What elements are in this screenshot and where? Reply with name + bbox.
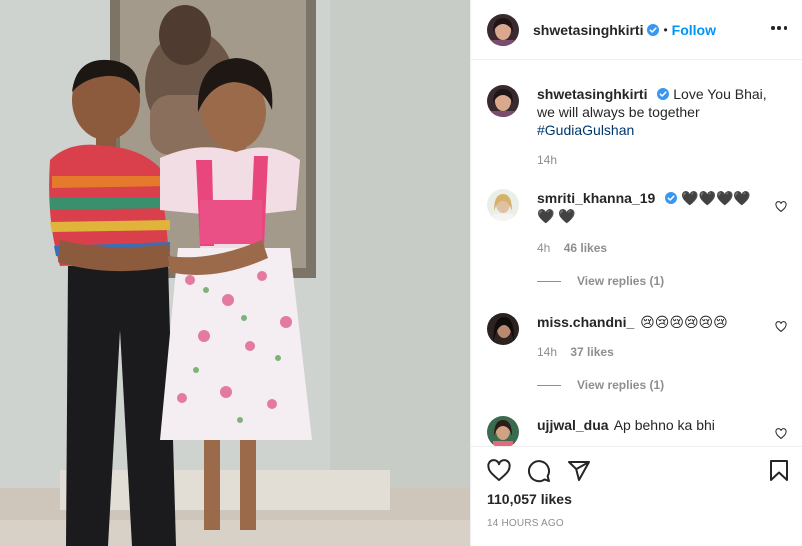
caption-username[interactable]: shwetasinghkirti [537,86,647,102]
comment-likes[interactable]: 46 likes [564,241,607,255]
post-photo-illustration [0,0,470,546]
post-time-ago[interactable]: 14 HOURS AGO [487,518,564,529]
caption-body: shwetasinghkirti Love You Bhai, we will … [537,85,787,139]
verified-badge-icon [665,192,678,204]
comment-meta: 14h 37 likes [537,345,614,359]
comment-icon[interactable] [527,459,551,483]
separator-dot: • [663,22,668,37]
bookmark-icon[interactable] [767,459,791,483]
commenter-avatar[interactable] [487,313,519,345]
replies-divider [537,384,561,386]
comment-body: ujjwal_dua Ap behno ka bhi [537,416,767,434]
view-replies-label: View replies (1) [577,274,665,288]
comment-username[interactable]: ujjwal_dua [537,417,609,433]
comment-like-heart-icon[interactable] [775,428,787,440]
replies-divider [537,280,561,282]
post-side-panel: shwetasinghkirti • Follow shwetasinghkir… [470,0,802,546]
comment-meta: 4h 46 likes [537,241,607,255]
comment-like-heart-icon[interactable] [775,201,787,213]
more-options-icon[interactable] [771,20,787,36]
comment-text: Ap behno ka bhi [613,417,715,433]
post-likes-count[interactable]: 110,057 likes [487,491,572,507]
verified-badge-icon [647,23,660,36]
caption-time[interactable]: 14h [537,153,557,167]
caption-meta: 14h [537,153,557,167]
post-photo[interactable] [0,0,470,546]
comment-time[interactable]: 4h [537,241,550,255]
view-replies-label: View replies (1) [577,378,665,392]
follow-button[interactable]: Follow [672,22,716,38]
post-actions: 110,057 likes 14 HOURS AGO [471,446,802,546]
caption-hashtag[interactable]: #GudiaGulshan [537,122,634,138]
share-icon[interactable] [567,459,591,483]
post-header: shwetasinghkirti • Follow [471,0,802,60]
comment-body: smriti_khanna_19 🖤🖤🖤🖤🖤 🖤 [537,189,767,225]
comments-list[interactable]: shwetasinghkirti Love You Bhai, we will … [471,61,802,446]
comment-text: 😢😢😢😢😢😢 [640,314,728,330]
author-avatar[interactable] [487,13,519,46]
comment-likes[interactable]: 37 likes [570,345,613,359]
caption-author-avatar[interactable] [487,85,519,117]
comment-time[interactable]: 14h [537,345,557,359]
comment-username[interactable]: smriti_khanna_19 [537,190,655,206]
commenter-avatar[interactable] [487,189,519,221]
comment-username[interactable]: miss.chandni_ [537,314,634,330]
view-replies-button[interactable]: View replies (1) [537,274,664,288]
author-username[interactable]: shwetasinghkirti [533,22,643,38]
comment-body: miss.chandni_ 😢😢😢😢😢😢 [537,313,767,331]
heart-icon[interactable] [487,459,511,483]
comment-like-heart-icon[interactable] [775,321,787,333]
commenter-avatar[interactable] [487,416,519,446]
view-replies-button[interactable]: View replies (1) [537,378,664,392]
verified-badge-icon [657,88,670,100]
